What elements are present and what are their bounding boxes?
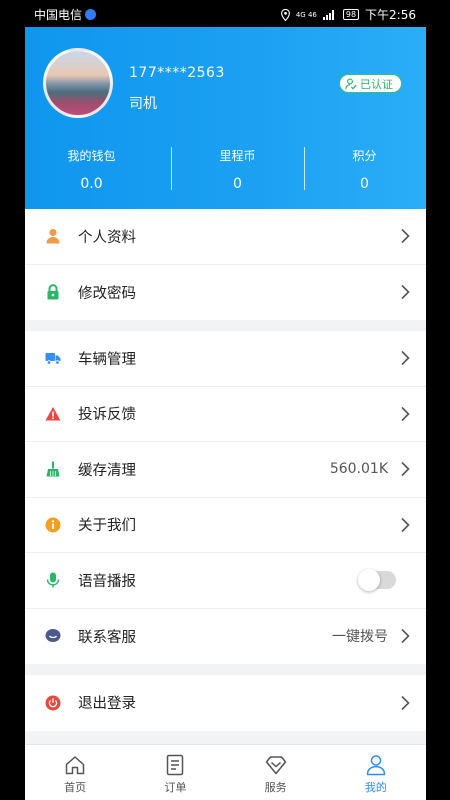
stat-label: 里程币: [219, 149, 256, 163]
menu-item-label: 关于我们: [78, 518, 136, 535]
carrier-label: 中国电信: [34, 8, 83, 22]
home-icon: [65, 756, 85, 775]
chevron-right-icon: [401, 517, 410, 532]
chevron-right-icon: [401, 462, 410, 477]
menu-item-label: 投诉反馈: [78, 407, 136, 424]
bottom-nav: 首页 订单 服务 我的: [25, 744, 426, 800]
menu-item-label: 修改密码: [78, 285, 136, 302]
menu-item-label: 缓存清理: [78, 462, 136, 479]
diamond-icon: [265, 756, 286, 775]
status-indicators: 4G 46 98 下午2:56: [280, 6, 416, 23]
menu-item-voice-broadcast: 语音播报: [25, 553, 426, 609]
chevron-right-icon: [401, 629, 410, 644]
status-bar: 中国电信 4G 46 98 下午2:56: [25, 0, 426, 27]
tab-label: 首页: [64, 781, 87, 794]
menu-item-clear-cache[interactable]: 缓存清理 560.01K: [25, 442, 426, 498]
stat-label: 我的钱包: [67, 149, 116, 163]
cache-size: 560.01K: [329, 461, 388, 478]
logout-group: 退出登录: [25, 675, 426, 731]
settings-group: 车辆管理 投诉反馈 缓存清理 560.01K 关于我们 语音播报 联系客服 一键…: [25, 331, 426, 664]
menu-item-vehicle-management[interactable]: 车辆管理: [25, 331, 426, 387]
menu-item-personal-info[interactable]: 个人资料: [25, 209, 426, 265]
signal-icon: [322, 10, 334, 20]
menu-item-label: 车辆管理: [78, 351, 136, 368]
broom-icon: [45, 461, 61, 477]
battery-indicator: 98: [342, 9, 360, 20]
app-screen: 中国电信 4G 46 98 下午2:56 177****2563 司机 已认证 …: [25, 0, 426, 800]
menu-item-label: 个人资料: [78, 229, 136, 246]
profile-header: 177****2563 司机 已认证 我的钱包 0.0 里程币 0 积分 0: [25, 27, 426, 209]
chevron-right-icon: [401, 695, 410, 710]
tab-label: 服务: [264, 781, 287, 794]
stat-value: 0.0: [80, 176, 103, 192]
tab-label: 订单: [164, 781, 187, 794]
one-click-dial: 一键拨号: [332, 629, 388, 646]
warning-icon: [45, 406, 61, 422]
menu-item-label: 语音播报: [78, 573, 136, 590]
hd-badge-icon: [85, 9, 97, 20]
location-icon: [280, 8, 290, 21]
account-group: 个人资料 修改密码: [25, 209, 426, 320]
stat-points[interactable]: 积分 0: [298, 147, 426, 192]
menu-item-logout[interactable]: 退出登录: [25, 675, 426, 731]
verified-label: 已认证: [360, 77, 393, 91]
chevron-right-icon: [401, 285, 410, 300]
user-role: 司机: [129, 96, 157, 112]
truck-icon: [45, 350, 61, 366]
stat-label: 积分: [352, 149, 377, 163]
user-icon: [366, 755, 386, 776]
document-icon: [167, 754, 184, 776]
person-icon: [45, 228, 61, 244]
chevron-right-icon: [401, 406, 410, 421]
chat-icon: [45, 628, 61, 644]
tab-services[interactable]: 服务: [226, 745, 326, 800]
tab-orders[interactable]: 订单: [125, 745, 225, 800]
verified-badge: 已认证: [339, 74, 402, 93]
lock-icon: [45, 284, 61, 300]
toggle-knob: [358, 569, 380, 592]
microphone-icon: [45, 572, 61, 588]
chevron-right-icon: [401, 229, 410, 244]
stat-mileage-coins[interactable]: 里程币 0: [171, 147, 304, 192]
tab-mine[interactable]: 我的: [326, 745, 426, 800]
stat-wallet[interactable]: 我的钱包 0.0: [25, 147, 158, 192]
tab-home[interactable]: 首页: [25, 745, 125, 800]
chevron-right-icon: [401, 351, 410, 366]
stat-value: 0: [233, 176, 242, 192]
menu-item-label: 联系客服: [78, 629, 136, 646]
menu-item-label: 退出登录: [78, 696, 136, 713]
voice-broadcast-toggle[interactable]: [358, 569, 396, 592]
info-icon: [45, 517, 61, 533]
menu-item-change-password[interactable]: 修改密码: [25, 265, 426, 321]
avatar[interactable]: [43, 48, 113, 118]
power-icon: [45, 695, 61, 711]
menu-item-about-us[interactable]: 关于我们: [25, 498, 426, 553]
menu-item-contact-support[interactable]: 联系客服 一键拨号: [25, 609, 426, 665]
carrier: 中国电信: [34, 6, 97, 23]
menu-item-complaint-feedback[interactable]: 投诉反馈: [25, 387, 426, 442]
clock: 下午2:56: [365, 8, 416, 22]
stat-value: 0: [360, 176, 369, 192]
user-phone: 177****2563: [129, 65, 225, 81]
verified-user-icon: [345, 78, 357, 89]
network-indicator: 4G 46: [295, 10, 317, 19]
tab-label: 我的: [364, 781, 387, 794]
